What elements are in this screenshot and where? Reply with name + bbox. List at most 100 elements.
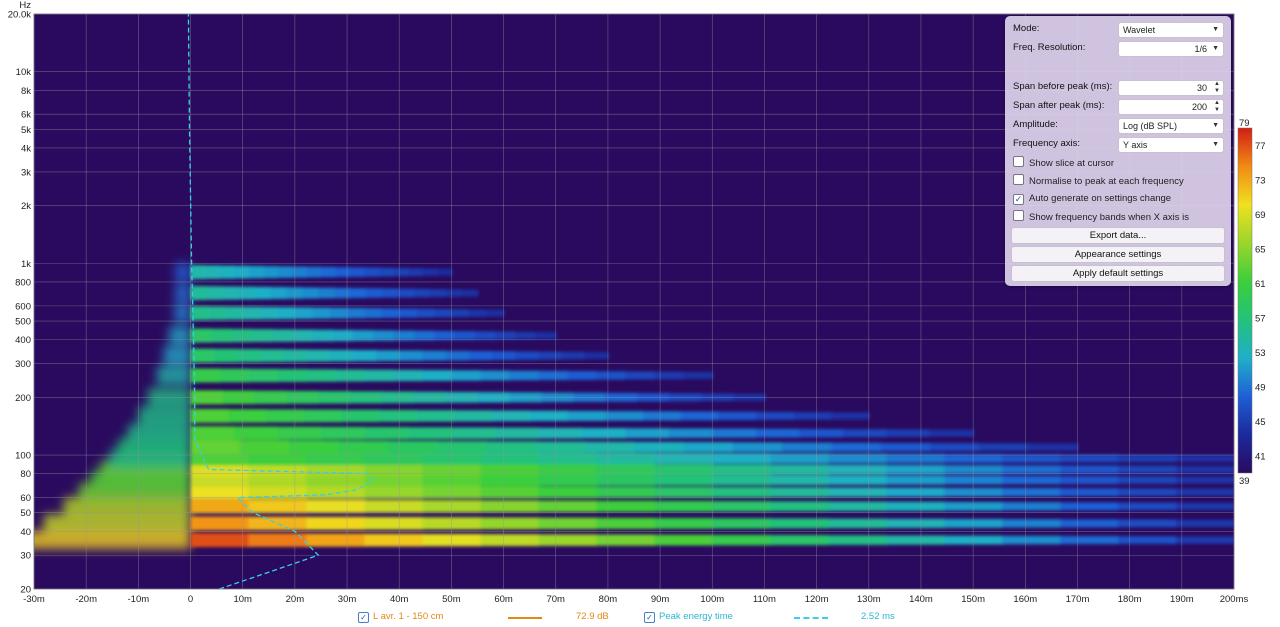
span-before-stepper[interactable]: 30 ▲ ▼	[1118, 80, 1224, 96]
y-tick-label: 20.0k	[8, 10, 31, 21]
x-tick-label: -10m	[128, 594, 150, 605]
decay-band-segment	[605, 411, 644, 421]
mode-select[interactable]: Wavelet ▼	[1118, 22, 1224, 38]
decay-band-segment	[668, 428, 714, 438]
mode-value: Wavelet	[1123, 25, 1156, 35]
decay-band-segment	[654, 534, 714, 546]
checkbox-show-slice[interactable]: Show slice at cursor	[1013, 156, 1114, 170]
y-tick-label: 4k	[21, 143, 31, 154]
checkbox-icon[interactable]	[1013, 156, 1024, 167]
decay-band-segment	[1118, 454, 1178, 463]
checkbox-auto-generate[interactable]: ✓ Auto generate on settings change	[1013, 192, 1171, 206]
freq-axis-select[interactable]: Y axis ▼	[1118, 137, 1224, 153]
decay-band-segment	[376, 350, 401, 362]
x-tick-label: 80m	[599, 594, 618, 605]
decay-band-segment	[365, 288, 383, 298]
decay-band-segment	[581, 427, 627, 439]
decay-band-segment	[1176, 488, 1234, 496]
decay-band-segment	[291, 266, 308, 278]
decay-band-segment	[567, 371, 598, 380]
export-data-button[interactable]: Export data...	[1011, 227, 1225, 244]
decay-band-segment	[1002, 519, 1062, 528]
checkmark-icon[interactable]: ✓	[358, 612, 369, 623]
decay-band-segment	[416, 410, 456, 422]
onset-mark	[174, 304, 191, 323]
decay-band-segment	[302, 287, 320, 299]
decay-band-segment	[364, 485, 424, 499]
checkbox-icon[interactable]	[1013, 174, 1024, 185]
decay-band-segment	[486, 309, 505, 317]
decay-band-segment	[712, 474, 772, 486]
decay-band-segment	[480, 474, 540, 487]
decay-band-segment	[436, 268, 453, 276]
decay-band-segment	[1060, 488, 1120, 497]
decay-band-segment	[422, 533, 482, 547]
decay-band-segment	[828, 464, 888, 475]
decay-band-segment	[422, 517, 482, 530]
x-tick-label: 190m	[1170, 594, 1194, 605]
decay-band-segment	[454, 410, 493, 422]
decay-band-segment	[254, 286, 272, 300]
decay-band-segment	[335, 267, 351, 278]
decay-band-segment	[1176, 519, 1234, 527]
decay-band-segment	[306, 533, 366, 547]
y-tick-label: 8k	[21, 86, 31, 97]
checkmark-icon[interactable]: ✓	[1013, 194, 1024, 205]
apply-default-settings-button[interactable]: Apply default settings	[1011, 265, 1225, 282]
decay-band-segment	[596, 474, 656, 486]
freq-res-select[interactable]: 1/6 ▼	[1118, 41, 1224, 57]
decay-band-segment	[480, 486, 540, 499]
decay-band-segment	[422, 473, 482, 487]
y-tick-label: 5k	[21, 125, 31, 136]
checkbox-show-bands[interactable]: Show frequency bands when X axis is freq…	[1013, 210, 1231, 237]
decay-band-segment	[454, 331, 476, 340]
checkbox-normalise[interactable]: Normalise to peak at each frequency	[1013, 174, 1184, 188]
decay-band-segment	[712, 534, 772, 546]
decay-band-segment	[416, 308, 435, 318]
decay-band-segment	[770, 535, 830, 546]
decay-band-segment	[561, 351, 586, 360]
colorbar-tick-label: 57	[1255, 313, 1266, 324]
decay-band-segment	[364, 499, 424, 513]
y-tick-label: 800	[15, 277, 31, 288]
checkbox-icon[interactable]	[1013, 210, 1024, 221]
legend-item-l-avr[interactable]: ✓ L avr. 1 - 150 cm	[358, 611, 443, 623]
decay-band-segment	[277, 307, 296, 320]
decay-band-segment	[770, 501, 830, 512]
decay-band-segment	[283, 349, 308, 362]
decay-band-segment	[289, 440, 340, 454]
decay-band-segment	[944, 465, 1004, 474]
x-tick-label: 10m	[233, 594, 252, 605]
dropdown-arrow-icon: ▼	[1212, 45, 1219, 52]
decay-band-segment	[422, 350, 447, 361]
spinner-icon[interactable]: ▲ ▼	[1214, 81, 1220, 95]
legend-item-peak-energy[interactable]: ✓ Peak energy time	[644, 611, 733, 623]
y-tick-label: 300	[15, 359, 31, 370]
appearance-settings-button[interactable]: Appearance settings	[1011, 246, 1225, 263]
y-tick-label: 600	[15, 301, 31, 312]
decay-band-segment	[407, 427, 453, 440]
decay-band-segment	[248, 499, 308, 514]
decay-band-segment	[654, 500, 714, 512]
decay-band-segment	[205, 265, 221, 279]
x-tick-label: 40m	[390, 594, 409, 605]
decay-band-segment	[413, 330, 435, 341]
decay-band-segment	[886, 501, 946, 511]
decay-band-segment	[451, 427, 496, 439]
y-tick-label: 50	[20, 508, 31, 519]
amplitude-select[interactable]: Log (dB SPL) ▼	[1118, 118, 1224, 134]
decay-band-segment	[625, 371, 656, 380]
spinner-icon[interactable]: ▲ ▼	[1214, 100, 1220, 114]
span-after-stepper[interactable]: 200 ▲ ▼	[1118, 99, 1224, 115]
decay-band-segment	[393, 330, 415, 341]
decay-band-segment	[236, 349, 262, 363]
decay-band-segment	[596, 486, 656, 498]
y-tick-label: 500	[15, 317, 31, 328]
decay-band-segment	[422, 452, 482, 465]
legend-label: L avr. 1 - 150 cm	[373, 611, 444, 622]
x-tick-label: 20m	[286, 594, 305, 605]
decay-band-segment	[422, 370, 453, 381]
decay-band-segment	[260, 306, 279, 320]
decay-band-segment	[436, 441, 488, 454]
checkmark-icon[interactable]: ✓	[644, 612, 655, 623]
